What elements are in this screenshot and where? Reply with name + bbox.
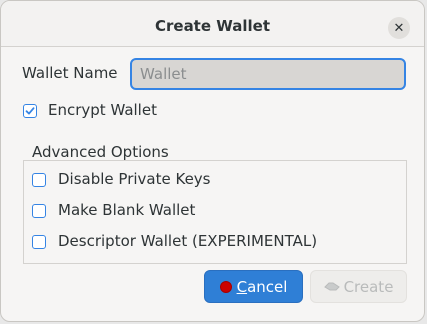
checkmark-icon: [25, 107, 35, 115]
dialog-title: Create Wallet: [154, 17, 271, 35]
create-label: Create: [343, 277, 394, 296]
make-blank-wallet-label: Make Blank Wallet: [58, 201, 196, 219]
cancel-label: Cancel: [236, 277, 288, 296]
encrypt-wallet-label: Encrypt Wallet: [48, 101, 157, 119]
close-icon: ✕: [393, 20, 405, 36]
create-button[interactable]: Create: [310, 270, 407, 303]
cancel-icon: [219, 280, 232, 293]
cancel-button[interactable]: Cancel: [204, 270, 303, 303]
disable-private-keys-label: Disable Private Keys: [58, 170, 211, 188]
descriptor-wallet-label: Descriptor Wallet (EXPERIMENTAL): [58, 232, 318, 250]
encrypt-wallet-checkbox[interactable]: [23, 104, 37, 118]
wallet-name-input[interactable]: [130, 58, 406, 90]
title-bar: Create Wallet ✕: [1, 1, 424, 47]
disable-private-keys-checkbox[interactable]: [32, 173, 46, 187]
advanced-options-title: Advanced Options: [32, 143, 169, 161]
create-icon: [323, 278, 340, 296]
make-blank-wallet-checkbox[interactable]: [32, 204, 46, 218]
wallet-name-label: Wallet Name: [22, 64, 118, 82]
create-wallet-dialog: Create Wallet ✕ Wallet Name Encrypt Wall…: [0, 0, 425, 322]
descriptor-wallet-checkbox[interactable]: [32, 235, 46, 249]
close-button[interactable]: ✕: [388, 17, 410, 39]
